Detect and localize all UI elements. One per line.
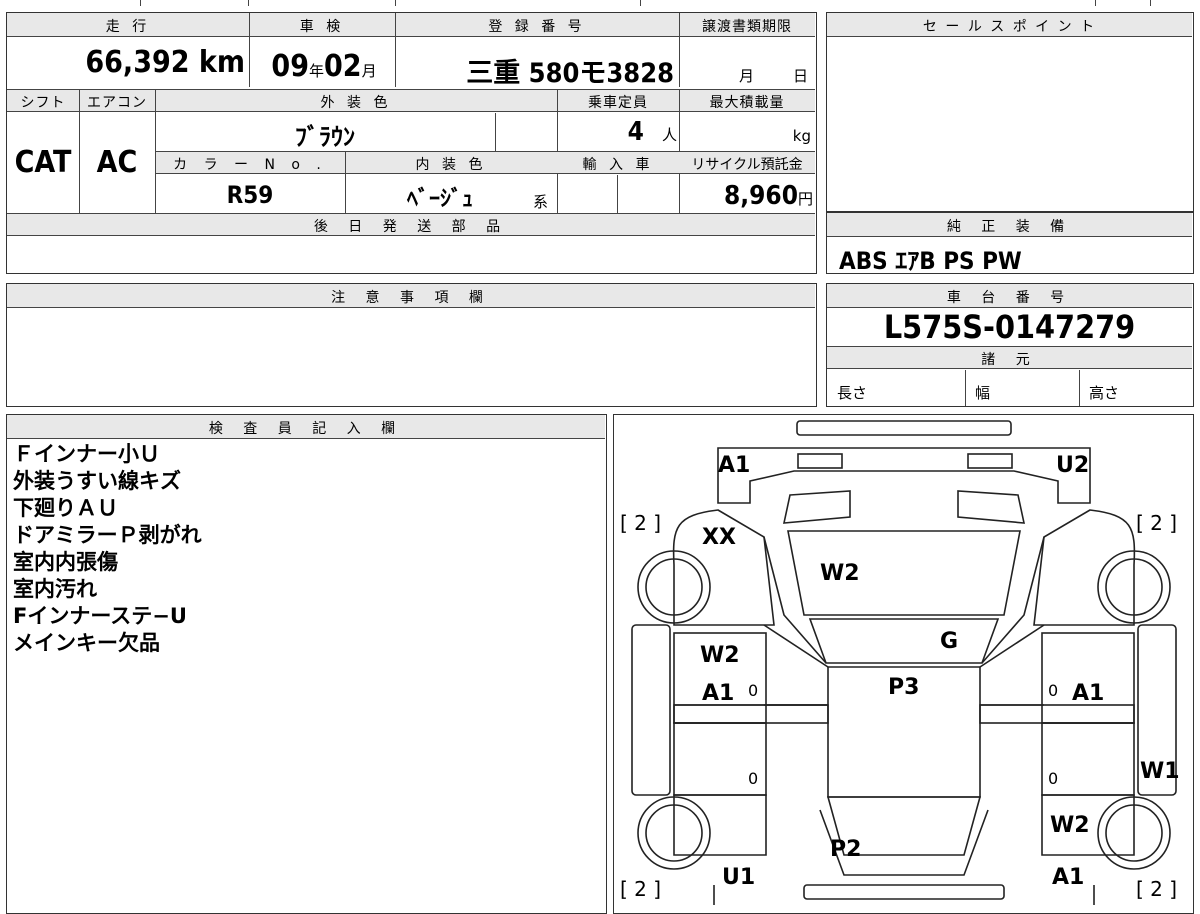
color-no-value: R59 <box>226 181 274 209</box>
mark-front-left: A1 <box>718 453 751 478</box>
color-no-header: カ ラ ー N o . <box>173 157 327 173</box>
recycle-unit: 円 <box>797 190 813 208</box>
genuine-equipment-value: ABS ｴｱB PS PW <box>839 247 1022 275</box>
bracket-label-bottom-left: [ 2 ] <box>620 877 662 901</box>
note-line: 室内汚れ <box>13 577 97 601</box>
bracket-label-top-left: [ 2 ] <box>620 511 662 535</box>
inspection-month: 02 <box>324 49 362 84</box>
max-load-unit: kg <box>792 127 811 145</box>
inspector-notes-box: 検 査 員 記 入 欄 Ｆインナー小Ｕ 外装うすい線キズ 下廻りＡＵ ドアミラー… <box>6 414 607 914</box>
bracket-label-bottom-right: [ 2 ] <box>1136 877 1178 901</box>
mark-rear-left: U1 <box>722 865 756 890</box>
note-line: 外装うすい線キズ <box>13 469 181 493</box>
inspector-notes-list: Ｆインナー小Ｕ 外装うすい線キズ 下廻りＡＵ ドアミラーＰ剥がれ 室内内張傷 室… <box>13 441 202 657</box>
mark-windshield: G <box>940 629 959 654</box>
exterior-color-header: 外 装 色 <box>320 95 392 111</box>
note-line: 下廻りＡＵ <box>13 496 118 520</box>
mark-right-rear-fender: W1 <box>1140 759 1180 784</box>
capacity-value: 4 <box>627 117 644 147</box>
registration-value: 三重 580モ3828 <box>466 58 674 89</box>
capacity-unit: 人 <box>661 126 677 144</box>
bracket-label-top-right: [ 2 ] <box>1136 511 1178 535</box>
mark-rear-right: A1 <box>1052 865 1085 890</box>
zero-marker: 0 <box>1048 681 1059 700</box>
spec-length: 長さ <box>837 384 868 402</box>
mileage-value: 66,392 <box>85 45 190 80</box>
zero-marker: 0 <box>748 681 759 700</box>
note-line: メインキー欠品 <box>13 631 160 655</box>
mark-hood-left: XX <box>702 525 736 550</box>
specs-header: 諸 元 <box>981 352 1038 368</box>
mark-left-front-door: W2 <box>700 643 740 668</box>
note-line: Ｆインナー小Ｕ <box>13 442 160 466</box>
inspection-header: 車 検 <box>299 19 345 35</box>
genuine-equipment-header: 純 正 装 備 <box>946 219 1073 235</box>
chassis-number-header: 車 台 番 号 <box>946 290 1073 306</box>
note-line: Fインナーステ−U <box>13 604 187 628</box>
mark-right-front-door: A1 <box>1072 681 1105 706</box>
later-parts-header: 後 日 発 送 部 品 <box>313 219 509 235</box>
caution-box: 注 意 事 項 欄 <box>6 283 817 407</box>
mark-tailgate: P2 <box>830 837 862 862</box>
zero-marker: 0 <box>748 769 759 788</box>
exterior-color-value: ﾌﾞﾗｳﾝ <box>295 123 355 151</box>
mark-left-front-door-2: A1 <box>702 681 735 706</box>
max-load-header: 最大積載量 <box>709 95 785 111</box>
zero-marker: 0 <box>1048 769 1059 788</box>
shift-header: シフト <box>20 95 66 111</box>
sales-point-box: セ ー ル ス ポ イ ン ト <box>826 12 1194 212</box>
spec-width: 幅 <box>975 384 991 402</box>
interior-color-header: 内 装 色 <box>415 157 487 173</box>
vehicle-info-box: 走 行 車 検 登 録 番 号 譲渡書類期限 66,392 km 09年02月 … <box>6 12 817 274</box>
caution-header: 注 意 事 項 欄 <box>331 290 491 306</box>
aircon-value: AC <box>96 145 138 180</box>
mileage-unit: km <box>198 45 245 80</box>
interior-suffix: 系 <box>533 193 549 211</box>
shift-value: CAT <box>14 145 72 180</box>
genuine-equipment-box: 純 正 装 備 ABS ｴｱB PS PW <box>826 212 1194 275</box>
spec-height: 高さ <box>1089 384 1120 402</box>
registration-header: 登 録 番 号 <box>488 19 586 35</box>
interior-color-value: ﾍﾞｰｼﾞｭ <box>406 187 473 212</box>
capacity-header: 乗車定員 <box>588 95 648 111</box>
deadline-day: 日 <box>793 67 809 85</box>
import-header: 輸 入 車 <box>582 157 654 173</box>
note-line: 室内内張傷 <box>13 550 118 574</box>
inspector-notes-header: 検 査 員 記 入 欄 <box>208 421 404 437</box>
mileage-header: 走 行 <box>105 19 151 35</box>
chassis-number-value: L575S-0147279 <box>883 308 1136 346</box>
car-damage-diagram: [ 2 ] [ 2 ] [ 2 ] [ 2 ] A1 U2 XX W2 G W2… <box>613 414 1194 914</box>
chassis-box: 車 台 番 号 L575S-0147279 諸 元 長さ 幅 高さ <box>826 283 1194 407</box>
mark-right-rear: W2 <box>1050 813 1090 838</box>
mark-roof: P3 <box>888 675 920 700</box>
sales-point-header: セ ー ル ス ポ イ ン ト <box>922 19 1097 35</box>
year-unit: 年 <box>308 62 324 80</box>
note-line: ドアミラーＰ剥がれ <box>13 523 202 547</box>
mark-front-right: U2 <box>1056 453 1090 478</box>
mark-hood: W2 <box>820 561 860 586</box>
transfer-deadline-header: 譲渡書類期限 <box>702 19 792 35</box>
month-unit: 月 <box>361 62 377 80</box>
recycle-header: リサイクル預託金 <box>691 157 803 173</box>
aircon-header: エアコン <box>87 95 147 111</box>
recycle-value: 8,960 <box>723 181 798 211</box>
deadline-month: 月 <box>739 67 755 85</box>
top-clipped-strip <box>0 0 1200 6</box>
inspection-year: 09 <box>271 49 309 84</box>
